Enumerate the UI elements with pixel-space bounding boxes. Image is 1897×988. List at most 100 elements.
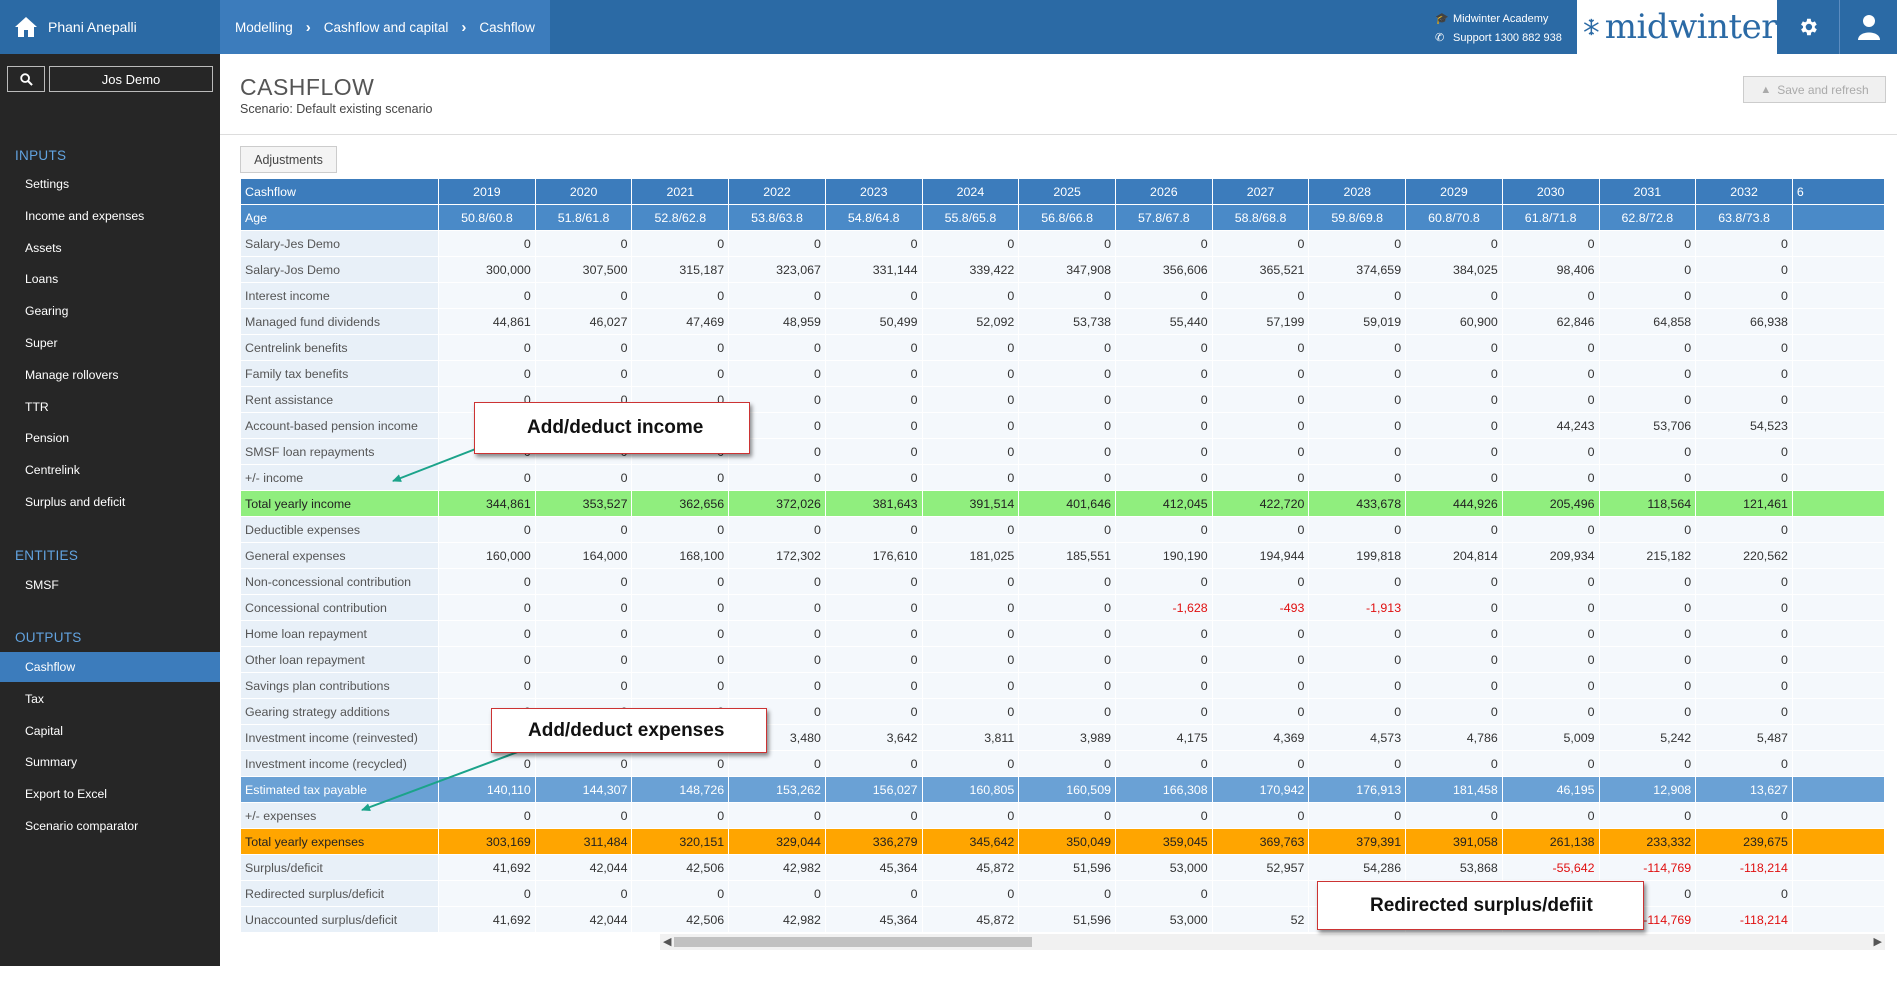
academy-link[interactable]: 🎓 Midwinter Academy — [1435, 10, 1562, 29]
home-icon[interactable] — [14, 16, 38, 38]
row-label[interactable]: Rent assistance — [241, 387, 439, 412]
table-cell: 0 — [1696, 517, 1792, 542]
column-header-year[interactable]: 2027 — [1212, 179, 1309, 204]
table-cell: 0 — [729, 569, 825, 594]
sidebar-item-smsf[interactable]: SMSF — [0, 570, 220, 600]
sidebar-item-cashflow[interactable]: Cashflow — [0, 652, 220, 682]
table-cell: 0 — [1599, 595, 1696, 620]
user-menu-button[interactable] — [1839, 0, 1897, 54]
sidebar-item-super[interactable]: Super — [0, 328, 220, 358]
sidebar-item-pension[interactable]: Pension — [0, 423, 220, 453]
table-cell: 0 — [1212, 647, 1309, 672]
sidebar-item-loans[interactable]: Loans — [0, 264, 220, 294]
row-label[interactable]: Salary-Jes Demo — [241, 231, 439, 256]
table-cell: 0 — [1019, 647, 1115, 672]
sidebar-item-tax[interactable]: Tax — [0, 684, 220, 714]
table-cell: 372,026 — [729, 491, 825, 516]
row-label[interactable]: Family tax benefits — [241, 361, 439, 386]
column-header-year[interactable]: 2029 — [1406, 179, 1502, 204]
row-label[interactable]: Surplus/deficit — [241, 855, 439, 880]
table-cell-partial — [1792, 595, 1884, 620]
row-label[interactable]: Managed fund dividends — [241, 309, 439, 334]
table-cell: 51.8/61.8 — [535, 205, 632, 230]
column-header-year[interactable]: 2031 — [1599, 179, 1696, 204]
row-label[interactable]: Interest income — [241, 283, 439, 308]
breadcrumb-cashflow[interactable]: Cashflow — [479, 20, 535, 35]
table-cell: 0 — [729, 803, 825, 828]
settings-button[interactable] — [1778, 0, 1838, 54]
sidebar-item-capital[interactable]: Capital — [0, 716, 220, 746]
column-header-year[interactable]: 2032 — [1696, 179, 1792, 204]
sidebar-item-centrelink[interactable]: Centrelink — [0, 455, 220, 485]
row-label[interactable]: +/- expenses — [241, 803, 439, 828]
row-label[interactable]: Deductible expenses — [241, 517, 439, 542]
search-button[interactable] — [7, 66, 45, 92]
row-label[interactable]: General expenses — [241, 543, 439, 568]
table-cell: 0 — [632, 517, 729, 542]
column-header-year[interactable]: 2025 — [1019, 179, 1115, 204]
column-header-year[interactable]: 2028 — [1309, 179, 1406, 204]
sidebar-item-income-and-expenses[interactable]: Income and expenses — [0, 201, 220, 231]
column-header-year[interactable]: 2024 — [922, 179, 1019, 204]
column-header-year[interactable]: 2023 — [825, 179, 922, 204]
table-cell: 0 — [922, 673, 1019, 698]
row-label[interactable]: Salary-Jos Demo — [241, 257, 439, 282]
sidebar-item-settings[interactable]: Settings — [0, 169, 220, 199]
table-cell: 0 — [1309, 569, 1406, 594]
table-cell: 47,469 — [632, 309, 729, 334]
client-selector[interactable]: Jos Demo — [49, 66, 213, 92]
sidebar-item-scenario-comparator[interactable]: Scenario comparator — [0, 811, 220, 841]
support-link[interactable]: ✆ Support 1300 882 938 — [1435, 29, 1562, 48]
row-label[interactable]: +/- income — [241, 465, 439, 490]
horizontal-scrollbar[interactable]: ◀ ▶ — [660, 934, 1885, 950]
table-cell: 0 — [1599, 569, 1696, 594]
table-cell: 0 — [535, 621, 632, 646]
table-cell: 0 — [1599, 751, 1696, 776]
breadcrumb-cashflow-and-capital[interactable]: Cashflow and capital — [324, 20, 449, 35]
sidebar-item-export-to-excel[interactable]: Export to Excel — [0, 779, 220, 809]
save-and-refresh-button[interactable]: ▲ Save and refresh — [1743, 76, 1886, 103]
column-header-year[interactable]: 2026 — [1115, 179, 1212, 204]
adjustments-button[interactable]: Adjustments — [240, 146, 337, 173]
table-cell: 0 — [729, 621, 825, 646]
sidebar-item-manage-rollovers[interactable]: Manage rollovers — [0, 360, 220, 390]
column-header-year[interactable]: 2022 — [729, 179, 825, 204]
scrollbar-thumb[interactable] — [674, 937, 1032, 947]
row-label[interactable]: Savings plan contributions — [241, 673, 439, 698]
row-label[interactable]: Concessional contribution — [241, 595, 439, 620]
sidebar-item-ttr[interactable]: TTR — [0, 392, 220, 422]
scroll-right-icon[interactable]: ▶ — [1874, 935, 1882, 948]
column-header-year[interactable]: 2030 — [1502, 179, 1599, 204]
row-label[interactable]: Investment income (recycled) — [241, 751, 439, 776]
row-label[interactable]: Home loan repayment — [241, 621, 439, 646]
table-row: Surplus/deficit 41,692 42,044 42,506 42,982 4… — [241, 855, 1884, 880]
sidebar-item-gearing[interactable]: Gearing — [0, 296, 220, 326]
sidebar-item-assets[interactable]: Assets — [0, 233, 220, 263]
sidebar-item-summary[interactable]: Summary — [0, 747, 220, 777]
table-cell: 365,521 — [1212, 257, 1309, 282]
row-label[interactable]: Centrelink benefits — [241, 335, 439, 360]
column-header-year[interactable]: 2019 — [439, 179, 535, 204]
breadcrumb-modelling[interactable]: Modelling — [235, 20, 293, 35]
table-cell — [1212, 881, 1309, 906]
table-cell: 0 — [1502, 569, 1599, 594]
sidebar-item-surplus-and-deficit[interactable]: Surplus and deficit — [0, 487, 220, 517]
row-label[interactable]: Non-concessional contribution — [241, 569, 439, 594]
table-cell: 0 — [1406, 621, 1502, 646]
row-label[interactable]: SMSF loan repayments — [241, 439, 439, 464]
table-cell: 0 — [1406, 595, 1502, 620]
scroll-left-icon[interactable]: ◀ — [663, 935, 671, 948]
row-label[interactable]: Unaccounted surplus/deficit — [241, 907, 439, 932]
row-label[interactable]: Gearing strategy additions — [241, 699, 439, 724]
column-header-year[interactable]: 2020 — [535, 179, 632, 204]
column-header-year[interactable]: 2021 — [632, 179, 729, 204]
cashflow-grid[interactable]: Cashflow 2019 2020 2021 2022 2023 2024 2025 2026… — [240, 178, 1885, 988]
row-label[interactable]: Investment income (reinvested) — [241, 725, 439, 750]
row-label[interactable]: Redirected surplus/deficit — [241, 881, 439, 906]
table-cell: 5,242 — [1599, 725, 1696, 750]
table-row: Interest income 0 0 0 0 0 0 0 0 0 0 0 0 0 0 — [241, 283, 1884, 308]
home-brand[interactable]: Phani Anepalli — [0, 0, 220, 54]
row-label[interactable]: Other loan repayment — [241, 647, 439, 672]
row-label[interactable]: Account-based pension income — [241, 413, 439, 438]
table-cell: 3,811 — [922, 725, 1019, 750]
